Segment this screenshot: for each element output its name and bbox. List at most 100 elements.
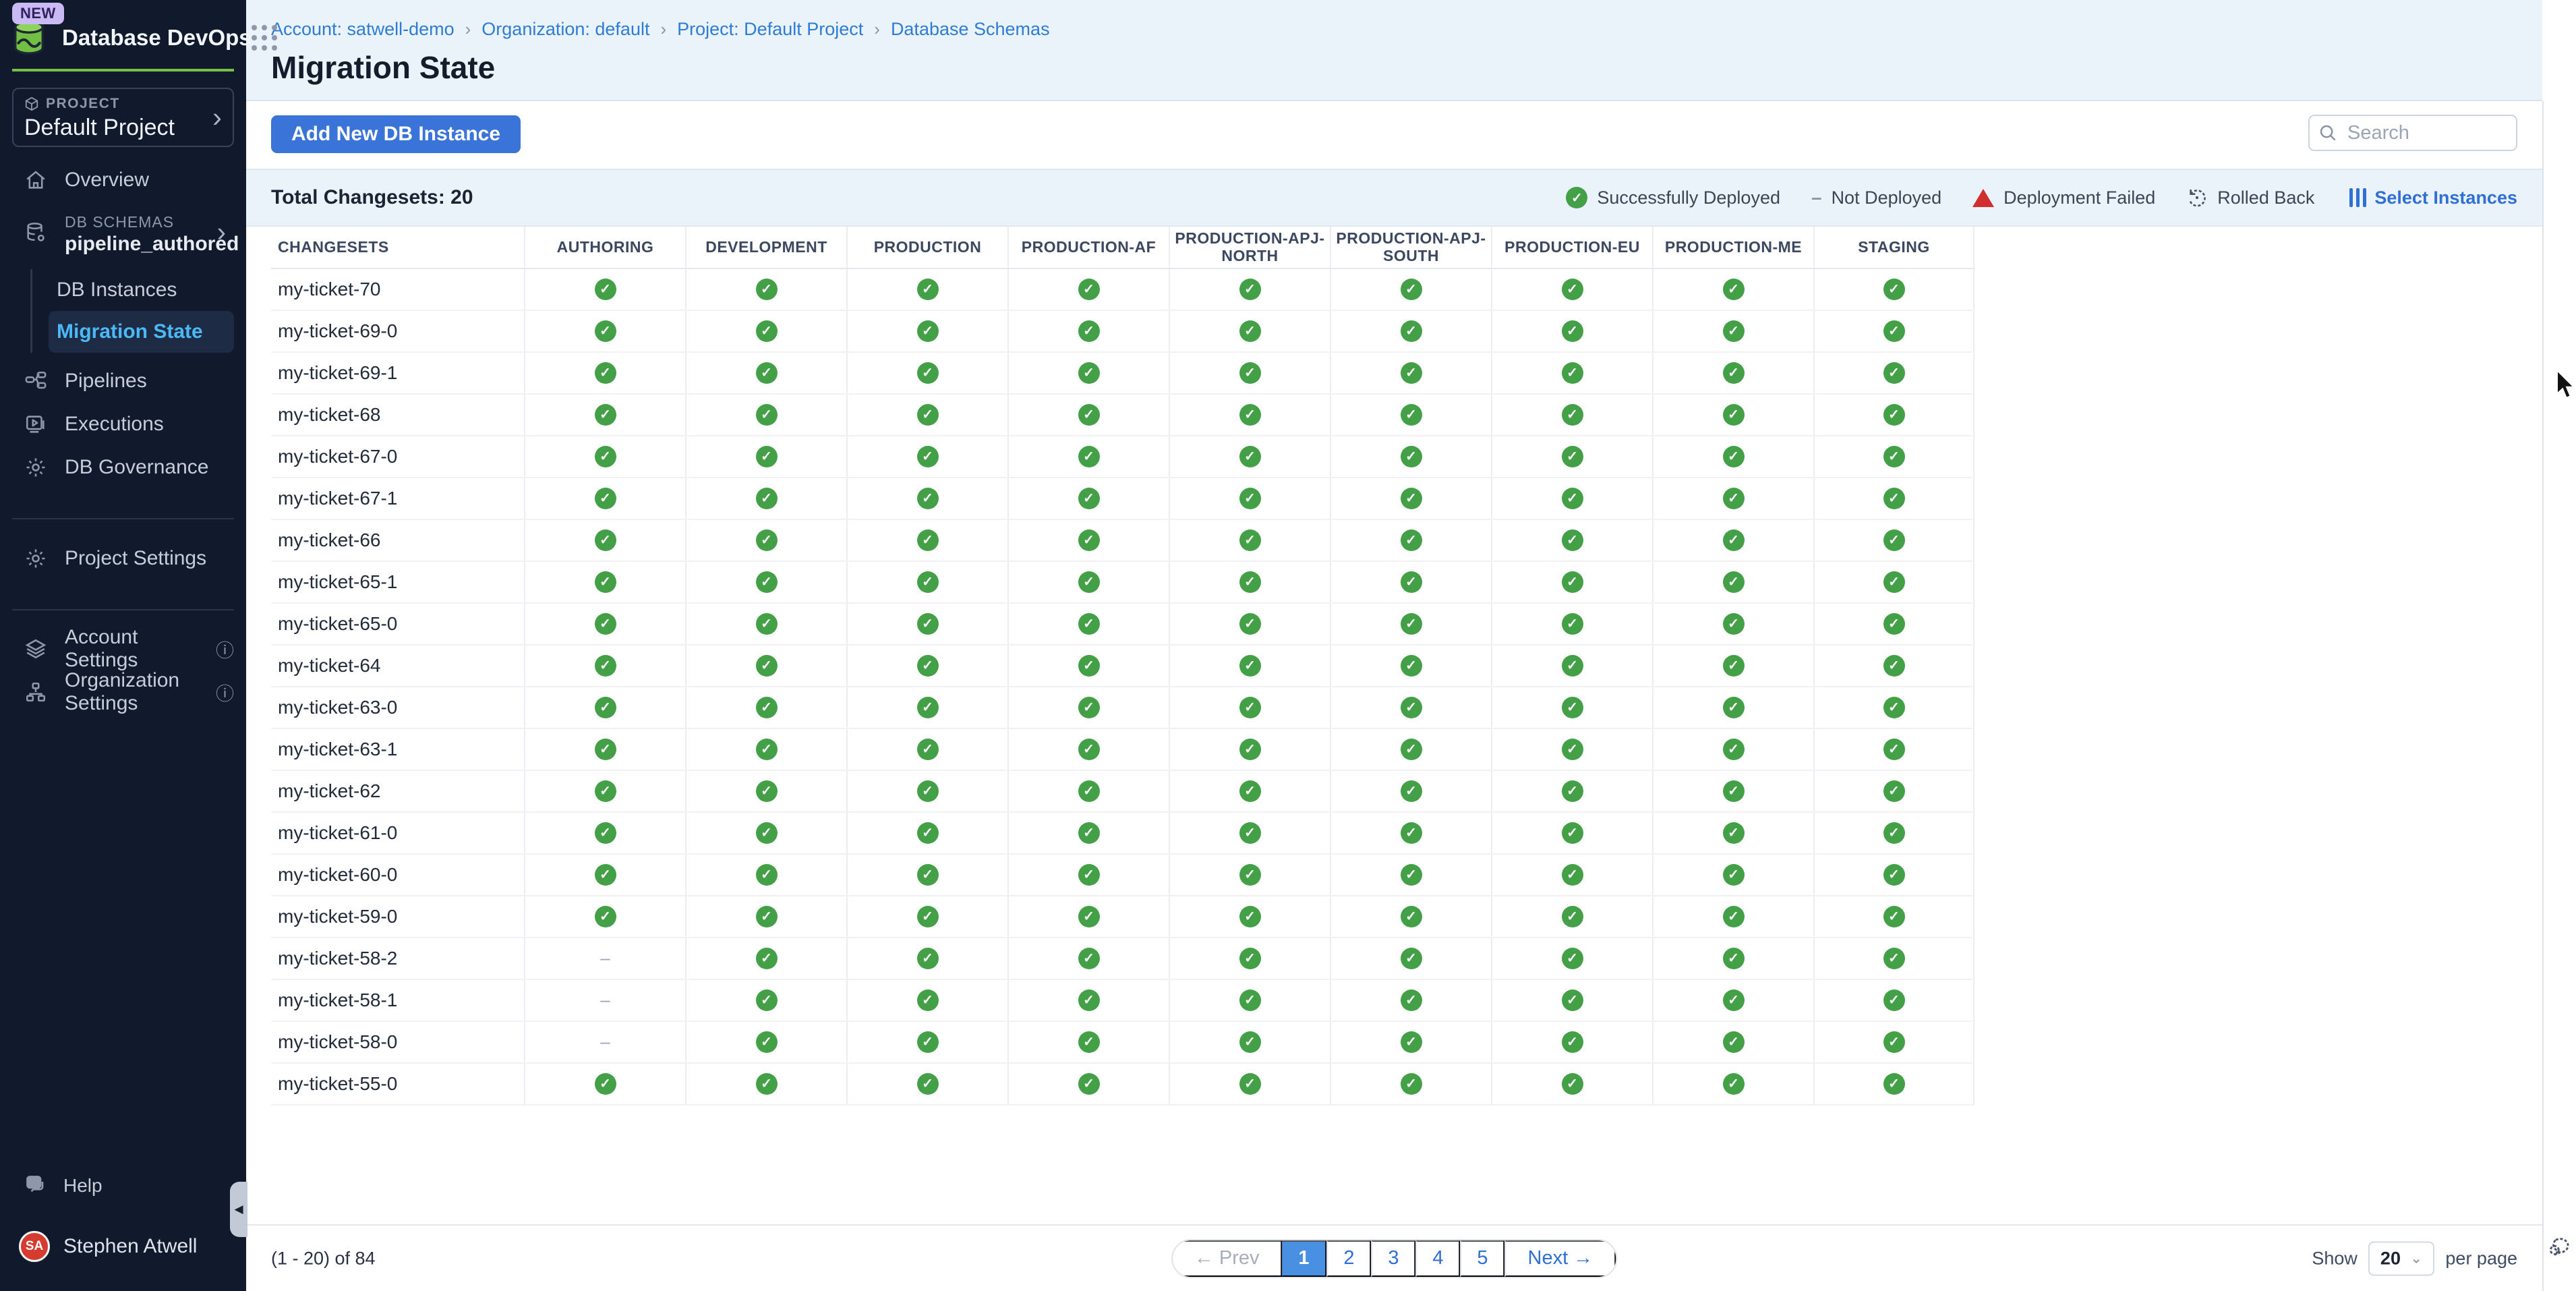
not-deployed-dash: – xyxy=(600,989,610,1010)
sidebar-item-overview[interactable]: Overview xyxy=(0,159,246,202)
table-row: my-ticket-64✓✓✓✓✓✓✓✓✓ xyxy=(271,646,1974,687)
info-icon[interactable]: ⓘ xyxy=(216,679,234,706)
deployed-check-icon: ✓ xyxy=(756,613,778,635)
deployed-check-icon: ✓ xyxy=(1078,279,1100,300)
deployed-check-icon: ✓ xyxy=(1723,529,1745,551)
status-cell: ✓ xyxy=(1652,353,1813,393)
sidebar-item-account-settings[interactable]: Account Settings ⓘ xyxy=(0,627,246,670)
status-cell: ✓ xyxy=(685,938,846,979)
add-new-db-instance-button[interactable]: Add New DB Instance xyxy=(271,115,521,153)
status-cell: ✓ xyxy=(685,813,846,853)
deployed-check-icon: ✓ xyxy=(756,529,778,551)
user-menu[interactable]: SA Stephen Atwell xyxy=(0,1225,246,1268)
deployed-check-icon: ✓ xyxy=(595,822,616,844)
select-instances-button[interactable]: Select Instances xyxy=(2349,188,2517,208)
sidebar-item-db-instances[interactable]: DB Instances xyxy=(49,269,234,311)
status-cell: ✓ xyxy=(846,813,1007,853)
status-cell: ✓ xyxy=(524,813,685,853)
chat-bubble-icon[interactable] xyxy=(2545,1234,2573,1261)
deployed-check-icon: ✓ xyxy=(595,864,616,886)
breadcrumb-link[interactable]: Account: satwell-demo xyxy=(271,19,455,40)
deployed-check-icon: ✓ xyxy=(917,739,939,760)
deployed-check-icon: ✓ xyxy=(1239,822,1261,844)
search-input[interactable] xyxy=(2308,115,2517,151)
status-cell: ✓ xyxy=(1007,646,1169,686)
status-cell: ✓ xyxy=(1169,353,1330,393)
sidebar-item-executions[interactable]: Executions xyxy=(0,403,246,446)
status-cell: ✓ xyxy=(846,729,1007,770)
deployed-check-icon: ✓ xyxy=(1239,989,1261,1011)
deployed-check-icon: ✓ xyxy=(1883,446,1905,467)
column-header: PRODUCTION-APJ-SOUTH xyxy=(1330,227,1491,268)
app-title: Database DevOps xyxy=(62,25,252,51)
deployed-check-icon: ✓ xyxy=(1723,948,1745,969)
next-page-button[interactable]: Next → xyxy=(1505,1240,1616,1277)
deployed-check-icon: ✓ xyxy=(1883,739,1905,760)
status-cell: ✓ xyxy=(1169,646,1330,686)
check-circle-icon: ✓ xyxy=(1566,187,1587,208)
status-cell: ✓ xyxy=(1330,1064,1491,1104)
deployed-check-icon: ✓ xyxy=(1401,906,1422,927)
status-cell: ✓ xyxy=(1491,729,1652,770)
help-button[interactable]: ? Help xyxy=(0,1164,246,1207)
deployed-check-icon: ✓ xyxy=(756,697,778,718)
deployed-check-icon: ✓ xyxy=(1723,1073,1745,1095)
page-button-2[interactable]: 2 xyxy=(1327,1240,1372,1277)
status-cell: ✓ xyxy=(1007,729,1169,770)
deployed-check-icon: ✓ xyxy=(1883,320,1905,342)
page-button-5[interactable]: 5 xyxy=(1461,1240,1505,1277)
deployed-check-icon: ✓ xyxy=(1401,1073,1422,1095)
deployed-check-icon: ✓ xyxy=(1078,948,1100,969)
sidebar-collapse-handle[interactable]: ◀ xyxy=(230,1182,247,1237)
app-switcher-grid-icon[interactable] xyxy=(252,25,277,51)
deployed-check-icon: ✓ xyxy=(756,1073,778,1095)
deployed-check-icon: ✓ xyxy=(1239,320,1261,342)
status-cell: ✓ xyxy=(1813,771,1974,811)
deployed-check-icon: ✓ xyxy=(1883,989,1905,1011)
breadcrumb-link[interactable]: Project: Default Project xyxy=(677,19,863,40)
changeset-name: my-ticket-70 xyxy=(271,269,524,310)
executions-icon xyxy=(24,413,47,436)
sidebar-item-migration-state[interactable]: Migration State xyxy=(49,311,234,353)
status-cell: ✓ xyxy=(846,604,1007,644)
deployed-check-icon: ✓ xyxy=(1562,320,1583,342)
deployed-check-icon: ✓ xyxy=(1723,279,1745,300)
page-button-4[interactable]: 4 xyxy=(1416,1240,1461,1277)
help-label: Help xyxy=(63,1175,103,1197)
deployed-check-icon: ✓ xyxy=(1401,529,1422,551)
page-size-select[interactable]: 20 ⌄ xyxy=(2368,1241,2434,1275)
prev-page-button[interactable]: ← Prev xyxy=(1173,1240,1283,1277)
info-icon[interactable]: ⓘ xyxy=(216,636,234,662)
status-cell: ✓ xyxy=(685,436,846,477)
status-cell: ✓ xyxy=(1491,311,1652,351)
deployed-check-icon: ✓ xyxy=(595,613,616,635)
status-cell: ✓ xyxy=(1007,562,1169,602)
sidebar-item-pipelines[interactable]: Pipelines xyxy=(0,360,246,403)
status-cell: ✓ xyxy=(1491,896,1652,937)
status-cell: ✓ xyxy=(685,1022,846,1062)
deployed-check-icon: ✓ xyxy=(1562,739,1583,760)
status-cell: ✓ xyxy=(846,687,1007,728)
layers-icon xyxy=(24,637,47,660)
cube-icon xyxy=(24,96,39,111)
legend-not-deployed: – Not Deployed xyxy=(1811,187,1941,208)
sidebar-item-db-governance[interactable]: DB Governance xyxy=(0,446,246,489)
status-cell: ✓ xyxy=(1491,478,1652,519)
status-cell: ✓ xyxy=(524,729,685,770)
breadcrumb-link[interactable]: Database Schemas xyxy=(891,19,1050,40)
schemas-subnav: DB Instances Migration State xyxy=(30,269,234,353)
deployed-check-icon: ✓ xyxy=(1562,655,1583,677)
status-cell: ✓ xyxy=(1813,436,1974,477)
page-button-3[interactable]: 3 xyxy=(1372,1240,1416,1277)
deployed-check-icon: ✓ xyxy=(1401,989,1422,1011)
sidebar-item-project-settings[interactable]: Project Settings xyxy=(0,537,246,580)
page-button-1[interactable]: 1 xyxy=(1283,1240,1327,1277)
deployed-check-icon: ✓ xyxy=(1078,822,1100,844)
sidebar-item-organization-settings[interactable]: Organization Settings ⓘ xyxy=(0,670,246,714)
project-selector[interactable]: PROJECT Default Project › xyxy=(12,88,234,147)
table-row: my-ticket-67-0✓✓✓✓✓✓✓✓✓ xyxy=(271,436,1974,478)
breadcrumb-link[interactable]: Organization: default xyxy=(481,19,649,40)
deployed-check-icon: ✓ xyxy=(1883,362,1905,384)
sidebar-item-db-schemas[interactable]: DB SCHEMAS pipeline_authored › xyxy=(0,202,246,264)
deployed-check-icon: ✓ xyxy=(756,864,778,886)
